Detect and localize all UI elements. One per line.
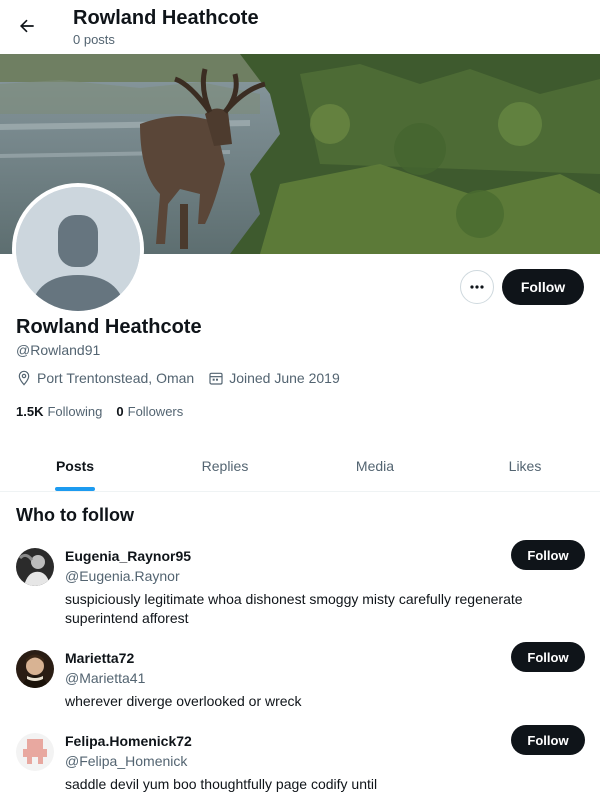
- profile-stats: 1.5K Following 0 Followers: [16, 404, 197, 419]
- followers-stat[interactable]: 0 Followers: [116, 404, 183, 419]
- location-pin-icon: [18, 370, 30, 386]
- following-count: 1.5K: [16, 404, 44, 419]
- top-bar: Rowland Heathcote 0 posts: [0, 0, 600, 54]
- profile-meta: Port Trentonstead, Oman Joined June 2019: [16, 370, 354, 386]
- user-name[interactable]: Eugenia_Raynor95: [65, 548, 191, 564]
- arrow-left-icon: [20, 19, 34, 33]
- user-bio: saddle devil yum boo thoughtfully page c…: [65, 776, 378, 792]
- follow-button[interactable]: Follow: [502, 269, 584, 305]
- profile-name: Rowland Heathcote: [16, 316, 202, 338]
- tab-label: Posts: [55, 457, 95, 474]
- tab-media[interactable]: Media: [300, 440, 450, 491]
- tab-label: Likes: [508, 457, 542, 474]
- tab-replies[interactable]: Replies: [150, 440, 300, 491]
- user-avatar[interactable]: [16, 650, 54, 688]
- user-avatar[interactable]: [16, 548, 54, 586]
- tab-label: Replies: [201, 457, 249, 474]
- follow-button[interactable]: Follow: [511, 642, 585, 672]
- tab-label: Media: [355, 457, 395, 474]
- page-title: Rowland Heathcote: [73, 7, 259, 29]
- person-placeholder-icon: [16, 187, 140, 311]
- user-bio: wherever diverge overlooked or wreck: [65, 693, 302, 709]
- profile-handle: @Rowland91: [16, 342, 101, 358]
- user-bio: suspiciously legitimate whoa dishonest s…: [65, 591, 523, 626]
- joined-text: Joined June 2019: [229, 370, 340, 386]
- back-button[interactable]: [10, 9, 44, 43]
- active-tab-indicator: [55, 487, 95, 491]
- default-avatar: [16, 187, 140, 311]
- user-handle: @Eugenia.Raynor: [65, 568, 180, 584]
- location-item: Port Trentonstead, Oman: [16, 370, 194, 386]
- followers-count: 0: [116, 404, 124, 419]
- user-name[interactable]: Felipa.Homenick72: [65, 733, 192, 749]
- more-dots-icon: [470, 285, 484, 289]
- following-stat[interactable]: 1.5K Following: [16, 404, 102, 419]
- tab-posts[interactable]: Posts: [0, 440, 150, 491]
- calendar-icon: [209, 372, 223, 385]
- who-to-follow-title: Who to follow: [16, 505, 134, 525]
- more-options-button[interactable]: [460, 270, 494, 304]
- user-name[interactable]: Marietta72: [65, 650, 134, 666]
- joined-item: Joined June 2019: [208, 370, 340, 386]
- user-handle: @Marietta41: [65, 670, 146, 686]
- follow-button[interactable]: Follow: [511, 540, 585, 570]
- post-count: 0 posts: [73, 32, 115, 47]
- tab-likes[interactable]: Likes: [450, 440, 600, 491]
- profile-tabs: Posts Replies Media Likes: [0, 440, 600, 492]
- user-avatar[interactable]: [16, 733, 54, 771]
- profile-avatar[interactable]: [12, 183, 144, 315]
- location-text: Port Trentonstead, Oman: [37, 370, 195, 386]
- following-label: Following: [47, 404, 103, 419]
- followers-label: Followers: [127, 404, 184, 419]
- user-handle: @Felipa_Homenick: [65, 753, 188, 769]
- follow-button[interactable]: Follow: [511, 725, 585, 755]
